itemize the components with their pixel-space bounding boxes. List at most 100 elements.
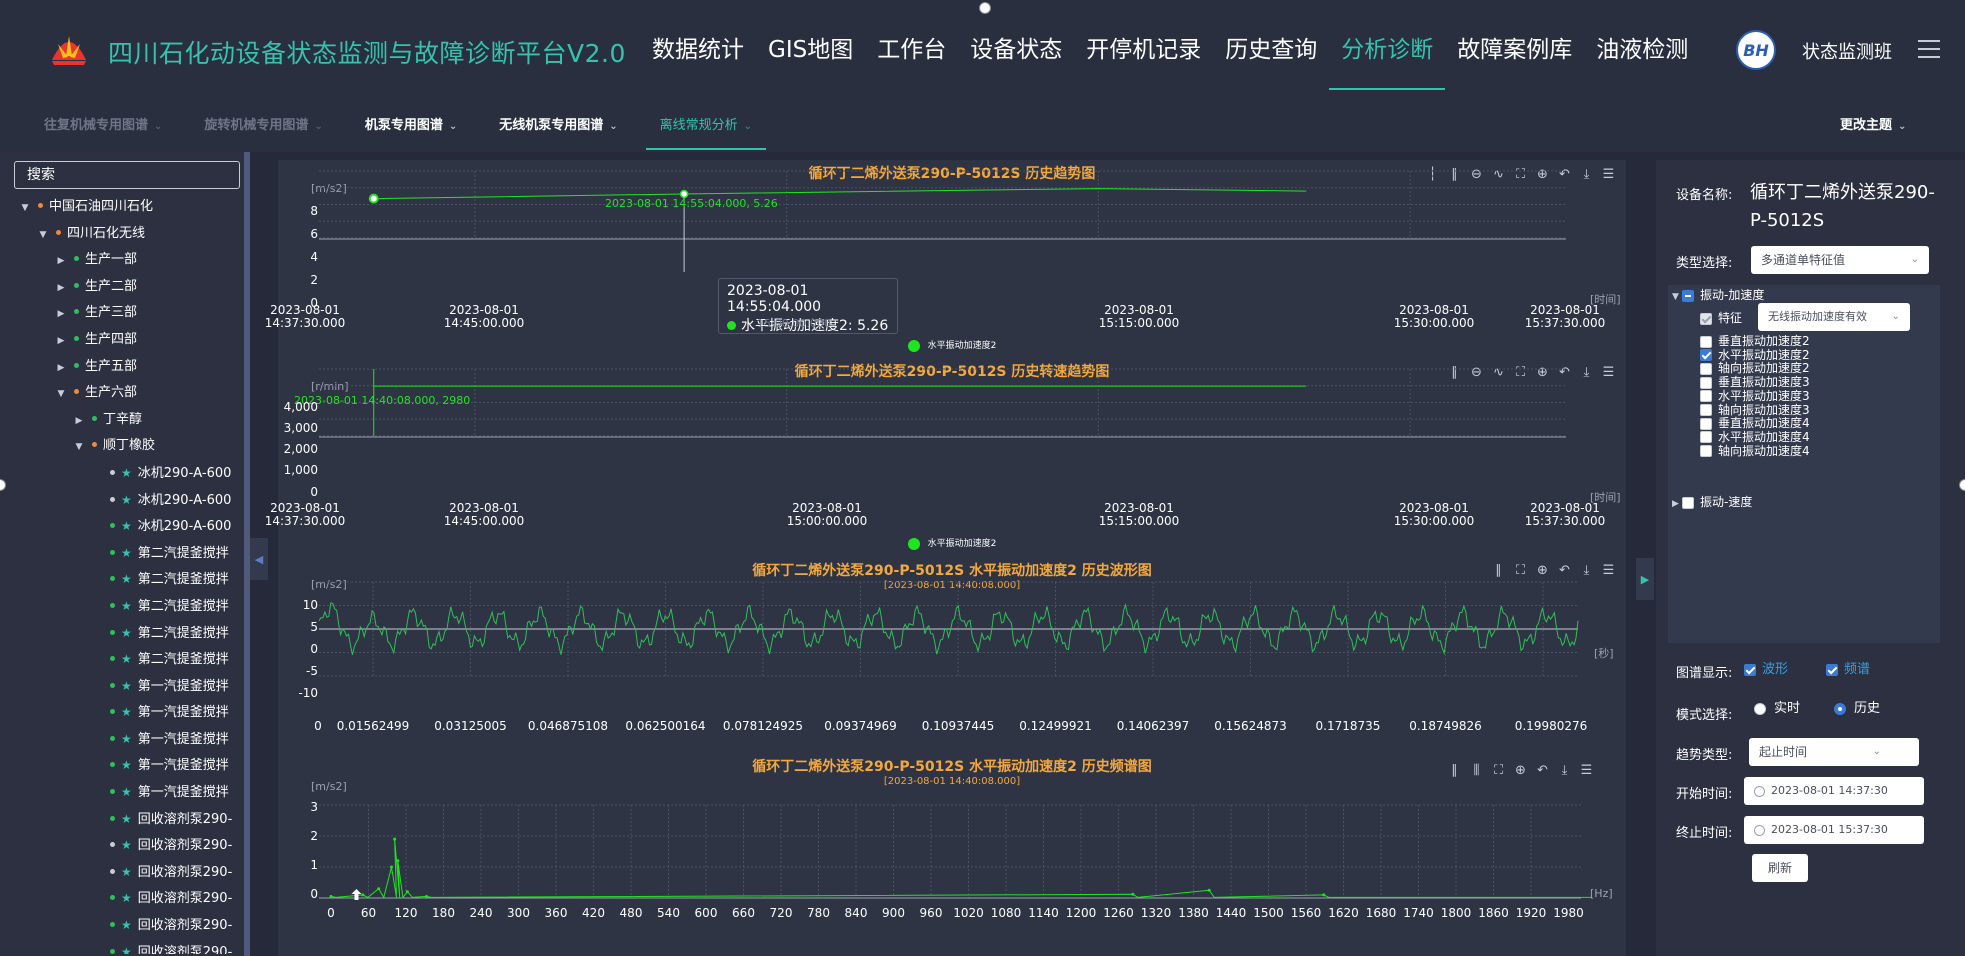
trend-chart-plot[interactable]: [278, 160, 1626, 360]
tree-node[interactable]: ▼ 四川石化无线: [0, 221, 246, 248]
channel-checkbox[interactable]: [1700, 445, 1712, 458]
tree-search-input[interactable]: [14, 161, 240, 189]
start-time-input[interactable]: 2023-08-01 14:37:30: [1744, 777, 1924, 805]
channel-checkbox[interactable]: [1700, 431, 1712, 444]
collapse-right-panel-button[interactable]: ▶: [1636, 558, 1654, 600]
feature-select[interactable]: 无线振动加速度有效 ⌄: [1758, 303, 1910, 331]
tree-node[interactable]: ★ 第二汽提釜搅拌: [0, 593, 246, 620]
tree-node[interactable]: ★ 第一汽提釜搅拌: [0, 779, 246, 806]
nav-start-stop-records[interactable]: 开停机记录: [1074, 0, 1213, 100]
group-velocity[interactable]: ▶ 振动-速度: [1672, 494, 1752, 512]
tree-node[interactable]: ★ 冰机290-A-600: [0, 487, 246, 514]
status-dot-icon: [74, 389, 79, 395]
change-theme-button[interactable]: 更改主题 ⌄: [1840, 100, 1906, 152]
channel-checkbox[interactable]: [1700, 376, 1712, 389]
mode-realtime-option[interactable]: 实时: [1754, 701, 1800, 717]
hamburger-menu-icon[interactable]: [1918, 40, 1940, 58]
group-acceleration[interactable]: ▼ 振动-加速度: [1672, 287, 1764, 305]
speed-legend[interactable]: 水平振动加速度2: [278, 536, 1626, 550]
refresh-button[interactable]: 刷新: [1752, 854, 1808, 882]
tree-node[interactable]: ★ 回收溶剂泵290-: [0, 885, 246, 912]
caret-down-icon[interactable]: ▼: [54, 381, 68, 407]
subnav-offline-analysis[interactable]: 离线常规分析 ⌄: [645, 100, 767, 152]
caret-right-icon[interactable]: ▶: [54, 248, 68, 274]
tree-node[interactable]: ▶ 生产五部: [0, 354, 246, 381]
spectrum-checkbox[interactable]: [1826, 663, 1838, 676]
wave-checkbox[interactable]: [1744, 663, 1756, 676]
channel-checkbox[interactable]: [1700, 390, 1712, 403]
tree-node[interactable]: ▼ 中国石油四川石化: [0, 194, 246, 221]
collapse-left-panel-button[interactable]: ◀: [250, 538, 268, 580]
caret-right-icon[interactable]: ▶: [54, 301, 68, 327]
caret-right-icon[interactable]: ▶: [72, 408, 86, 434]
channel-checkbox[interactable]: [1700, 417, 1712, 430]
channel-checkbox[interactable]: [1700, 362, 1712, 375]
subnav-reciprocating[interactable]: 往复机械专用图谱 ⌄: [30, 100, 176, 152]
speed-ytick: 4,000: [283, 400, 318, 414]
channel-checkbox[interactable]: [1700, 335, 1712, 348]
tree-node[interactable]: ★ 回收溶剂泵290-: [0, 859, 246, 886]
caret-down-icon[interactable]: ▼: [36, 222, 50, 248]
feature-checkbox[interactable]: [1700, 312, 1712, 325]
avatar[interactable]: BH: [1736, 30, 1776, 70]
tree-node[interactable]: ★ 回收溶剂泵290-: [0, 912, 246, 939]
tree-node[interactable]: ▶ 生产一部: [0, 247, 246, 274]
subnav-wireless-pump[interactable]: 无线机泵专用图谱 ⌄: [485, 100, 631, 152]
tree-node[interactable]: ▶ 生产二部: [0, 274, 246, 301]
tree-node[interactable]: ★ 第一汽提釜搅拌: [0, 752, 246, 779]
tree-node[interactable]: ★ 冰机290-A-600: [0, 513, 246, 540]
status-dot-icon: [110, 656, 115, 662]
tree-node[interactable]: ★ 回收溶剂泵290-: [0, 832, 246, 859]
caret-down-icon[interactable]: ▼: [72, 434, 86, 460]
tree-node[interactable]: ★ 第一汽提釜搅拌: [0, 699, 246, 726]
nav-analysis-diagnosis[interactable]: 分析诊断: [1329, 0, 1446, 100]
username[interactable]: 状态监测班: [1802, 38, 1892, 64]
tree-node[interactable]: ★ 第二汽提釜搅拌: [0, 540, 246, 567]
tree-node[interactable]: ★ 第二汽提釜搅拌: [0, 566, 246, 593]
caret-right-icon[interactable]: ▶: [54, 355, 68, 381]
group-checkbox[interactable]: [1682, 289, 1694, 302]
channel-checkbox[interactable]: [1700, 404, 1712, 416]
nav-gis-map[interactable]: GIS地图: [756, 0, 865, 100]
tree-node[interactable]: ★ 第二汽提釜搅拌: [0, 646, 246, 673]
realtime-radio[interactable]: [1754, 702, 1766, 715]
nav-fault-case-library[interactable]: 故障案例库: [1445, 0, 1584, 100]
group-checkbox[interactable]: [1682, 496, 1694, 509]
nav-oil-detection[interactable]: 油液检测: [1584, 0, 1700, 100]
tree-node[interactable]: ★ 第一汽提釜搅拌: [0, 673, 246, 700]
tree-node[interactable]: ▼ 生产六部: [0, 380, 246, 407]
end-time-input[interactable]: 2023-08-01 15:37:30: [1744, 816, 1924, 844]
history-radio[interactable]: [1834, 702, 1846, 715]
nav-history-query[interactable]: 历史查询: [1213, 0, 1329, 100]
trend-legend[interactable]: 水平振动加速度2: [278, 338, 1626, 352]
trend-type-select[interactable]: 起止时间 ⌄: [1749, 738, 1919, 766]
nav-device-status[interactable]: 设备状态: [958, 0, 1074, 100]
type-select[interactable]: 多通道单特征值 ⌄: [1751, 246, 1929, 274]
channel-checkbox[interactable]: [1700, 349, 1712, 362]
display-spectrum-option[interactable]: 频谱: [1826, 662, 1870, 678]
tree-node[interactable]: ★ 第二汽提釜搅拌: [0, 620, 246, 647]
tree-node[interactable]: ★ 第一汽提釜搅拌: [0, 726, 246, 753]
mode-history-option[interactable]: 历史: [1834, 701, 1880, 717]
tree-node[interactable]: ★ 回收溶剂泵290-: [0, 939, 246, 954]
tree-node[interactable]: ▶ 丁辛醇: [0, 407, 246, 434]
subnav-rotating[interactable]: 旋转机械专用图谱 ⌄: [190, 100, 336, 152]
device-tree-sidebar: ▼ 中国石油四川石化 ▼ 四川石化无线 ▶ 生产一部 ▶ 生产二部 ▶ 生产三部 ▶ 生产四部 ▶ 生产五…: [0, 152, 250, 956]
nav-workbench[interactable]: 工作台: [865, 0, 958, 100]
caret-right-icon[interactable]: ▶: [54, 328, 68, 354]
tree-node[interactable]: ▼ 顺丁橡胶: [0, 433, 246, 460]
resize-handle-right[interactable]: [1959, 479, 1965, 491]
tree-node[interactable]: ★ 冰机290-A-600: [0, 460, 246, 487]
display-wave-option[interactable]: 波形: [1744, 662, 1788, 678]
speed-chart-plot[interactable]: [278, 358, 1626, 558]
subnav-pump[interactable]: 机泵专用图谱 ⌄: [351, 100, 471, 152]
spectrum-chart-plot[interactable]: [278, 752, 1626, 956]
tree-node[interactable]: ▶ 生产三部: [0, 300, 246, 327]
channel-option[interactable]: 轴向振动加速度4: [1700, 443, 1810, 459]
resize-handle-top[interactable]: [979, 2, 991, 14]
caret-right-icon[interactable]: ▶: [54, 275, 68, 301]
tree-node[interactable]: ★ 回收溶剂泵290-: [0, 806, 246, 833]
caret-down-icon[interactable]: ▼: [18, 195, 32, 221]
tree-node[interactable]: ▶ 生产四部: [0, 327, 246, 354]
nav-data-statistics[interactable]: 数据统计: [640, 0, 756, 100]
